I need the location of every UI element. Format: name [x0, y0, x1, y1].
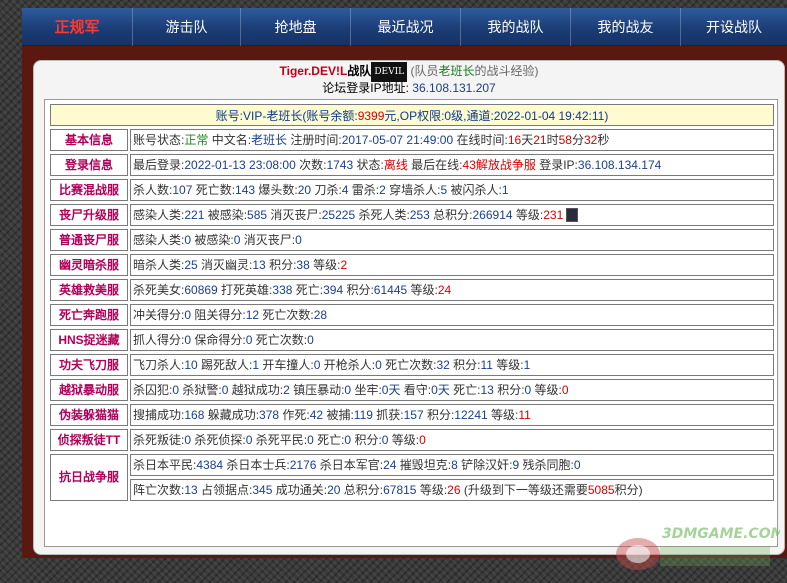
row-hns: HNS捉迷藏 抓人得分:0 保命得分:0 死亡次数:0	[50, 329, 774, 351]
account-row: 账号:VIP-老班长(账号余额:9399元,OP权限:0级,通道:2022-01…	[50, 104, 774, 126]
profile-panel: Tiger.DEV!L战队 DEVIL (队员老班长的战斗经验) 论坛登录IP地址…	[33, 60, 785, 555]
player-name[interactable]: Tiger.DEV!L	[280, 64, 348, 78]
svg-text:3DMGAME.COM: 3DMGAME.COM	[662, 526, 780, 542]
level-avatar-icon	[566, 208, 579, 222]
nav-item-territory[interactable]: 抢地盘	[240, 7, 350, 46]
nav-item-guerrilla[interactable]: 游击队	[132, 7, 240, 46]
page-title: Tiger.DEV!L战队 DEVIL (队员老班长的战斗经验)	[34, 61, 784, 82]
site-logo[interactable]: 正规军	[22, 16, 132, 37]
row-gongfu: 功夫飞刀服 飞刀杀人:10 踢死敌人:1 开车撞人:0 开枪杀人:0 死亡次数:…	[50, 354, 774, 376]
nav-item-my-teammates[interactable]: 我的战友	[570, 7, 680, 46]
row-kangri: 抗日战争服 杀日本平民:4384 杀日本士兵:2176 杀日本军官:24 摧毁坦…	[50, 454, 774, 501]
member-name: 老班长	[438, 64, 475, 78]
stats-table: 账号:VIP-老班长(账号余额:9399元,OP权限:0级,通道:2022-01…	[44, 99, 778, 547]
forum-ip: 论坛登录IP地址: 36.108.131.207	[322, 81, 496, 95]
row-yingxiong: 英雄救美服 杀死美女:60869 打死英雄:338 死亡:394 积分:6144…	[50, 279, 774, 301]
row-weizhuang: 伪装躲猫猫 搜捕成功:168 躲藏成功:378 作死:42 被捕:119 抓获:…	[50, 404, 774, 426]
row-login-info: 登录信息 最后登录:2022-01-13 23:08:00 次数:1743 状态…	[50, 154, 774, 176]
nav-item-create-team[interactable]: 开设战队	[680, 7, 787, 46]
row-yueyu: 越狱暴动服 杀囚犯:0 杀狱警:0 越狱成功:2 镇压暴动:0 坐牢:0天 看守…	[50, 379, 774, 401]
nav-item-recent-battles[interactable]: 最近战况	[350, 7, 460, 46]
row-sangshi: 丧尸升级服 感染人类:221 被感染:585 消灭丧尸:25225 杀死人类:2…	[50, 204, 774, 226]
row-siwang: 死亡奔跑服 冲关得分:0 阻关得分:12 死亡次数:28	[50, 304, 774, 326]
row-bisai: 比赛混战服 杀人数:107 死亡数:143 爆头数:20 刀杀:4 雷杀:2 穿…	[50, 179, 774, 201]
row-basic-info: 基本信息 账号状态:正常 中文名:老班长 注册时间:2017-05-07 21:…	[50, 129, 774, 151]
row-youling: 幽灵暗杀服 暗杀人类:25 消灭幽灵:13 积分:38 等级:2	[50, 254, 774, 276]
row-zhentan: 侦探叛徒TT 杀死叛徒:0 杀死侦探:0 杀死平民:0 死亡:0 积分:0 等级…	[50, 429, 774, 451]
top-nav: 正规军 游击队 抢地盘 最近战况 我的战队 我的战友 开设战队	[22, 7, 787, 46]
watermark-logo: 3DMGAME.COM	[616, 526, 780, 570]
row-putong: 普通丧尸服 感染人类:0 被感染:0 消灭丧尸:0	[50, 229, 774, 251]
nav-item-my-team[interactable]: 我的战队	[460, 7, 570, 46]
